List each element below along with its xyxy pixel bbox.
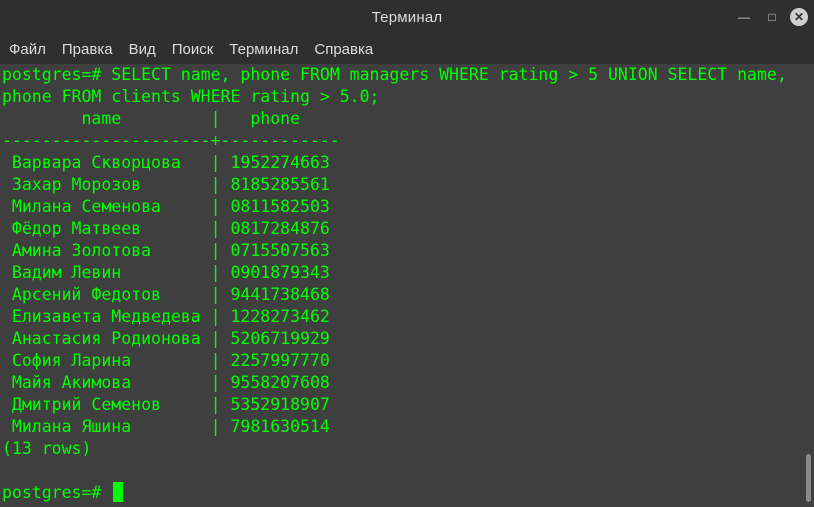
terminal-line: Анастасия Родионова | 5206719929	[2, 329, 330, 348]
close-icon[interactable]: ✕	[790, 8, 808, 26]
menu-search[interactable]: Поиск	[164, 41, 222, 58]
terminal-window: Терминал — □ ✕ Файл Правка Вид Поиск Тер…	[0, 0, 814, 507]
terminal-line: Амина Золотова | 0715507563	[2, 241, 330, 260]
terminal-output[interactable]: postgres=# SELECT name, phone FROM manag…	[0, 64, 802, 507]
terminal-line: ---------------------+------------	[2, 131, 340, 150]
window-controls: — □ ✕	[734, 7, 808, 27]
terminal-line: София Ларина | 2257997770	[2, 351, 330, 370]
menu-terminal[interactable]: Терминал	[221, 41, 306, 58]
terminal-line: Милана Яшина | 7981630514	[2, 417, 330, 436]
terminal-line: (13 rows)	[2, 439, 92, 458]
menu-bar: Файл Правка Вид Поиск Терминал Справка	[0, 34, 814, 64]
menu-file[interactable]: Файл	[0, 41, 54, 58]
terminal-line: Вадим Левин | 0901879343	[2, 263, 330, 282]
prompt-line[interactable]: postgres=#	[0, 482, 802, 504]
scrollbar[interactable]	[802, 64, 814, 507]
maximize-icon[interactable]: □	[762, 7, 782, 27]
menu-help[interactable]: Справка	[306, 41, 381, 58]
terminal-line: Варвара Скворцова | 1952274663	[2, 153, 330, 172]
terminal-line: Майя Акимова | 9558207608	[2, 373, 330, 392]
menu-view[interactable]: Вид	[121, 41, 164, 58]
terminal-line: Фёдор Матвеев | 0817284876	[2, 219, 330, 238]
terminal-line: Дмитрий Семенов | 5352918907	[2, 395, 330, 414]
terminal-line: Захар Морозов | 8185285561	[2, 175, 330, 194]
terminal-line: phone FROM clients WHERE rating > 5.0;	[2, 87, 380, 106]
window-title: Терминал	[371, 8, 443, 26]
prompt-text: postgres=#	[2, 483, 112, 502]
text-cursor	[113, 482, 124, 502]
terminal-line: postgres=# SELECT name, phone FROM manag…	[2, 65, 787, 84]
menu-edit[interactable]: Правка	[54, 41, 121, 58]
scrollbar-thumb[interactable]	[806, 454, 811, 502]
terminal-line: Милана Семенова | 0811582503	[2, 197, 330, 216]
terminal-line: Елизавета Медведева | 1228273462	[2, 307, 330, 326]
terminal-line: name | phone	[2, 109, 301, 128]
title-bar[interactable]: Терминал — □ ✕	[0, 0, 814, 34]
terminal-line: Арсений Федотов | 9441738468	[2, 285, 330, 304]
minimize-icon[interactable]: —	[734, 7, 754, 27]
